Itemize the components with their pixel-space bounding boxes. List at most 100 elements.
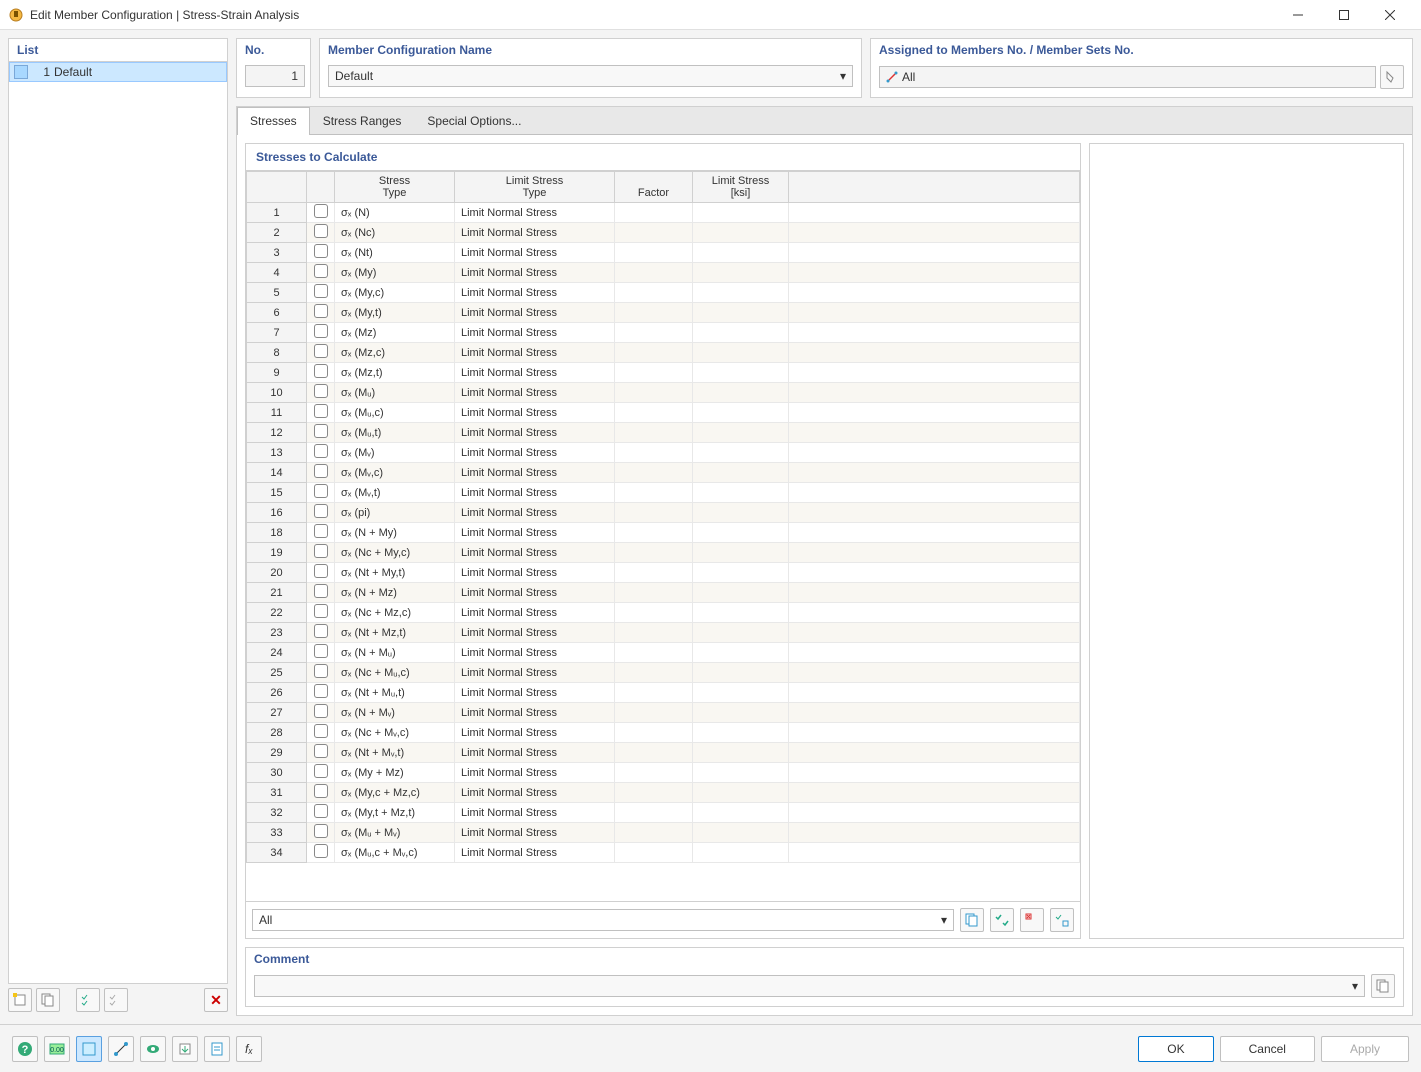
- limit-ksi-cell[interactable]: [693, 423, 789, 443]
- limit-ksi-cell[interactable]: [693, 363, 789, 383]
- row-checkbox-cell[interactable]: [307, 243, 335, 263]
- factor-cell[interactable]: [615, 383, 693, 403]
- stress-type-cell[interactable]: σₓ (Nc + Mᵥ,c): [335, 723, 455, 743]
- config-list[interactable]: 1 Default: [8, 62, 228, 984]
- limit-type-cell[interactable]: Limit Normal Stress: [455, 503, 615, 523]
- stress-type-cell[interactable]: σₓ (Nc): [335, 223, 455, 243]
- limit-ksi-cell[interactable]: [693, 723, 789, 743]
- checkbox-icon[interactable]: [314, 384, 328, 398]
- factor-cell[interactable]: [615, 743, 693, 763]
- checkbox-icon[interactable]: [314, 784, 328, 798]
- row-checkbox-cell[interactable]: [307, 743, 335, 763]
- row-checkbox-cell[interactable]: [307, 523, 335, 543]
- check-all-button[interactable]: [76, 988, 100, 1012]
- table-row[interactable]: 29σₓ (Nt + Mᵥ,t)Limit Normal Stress: [247, 743, 1080, 763]
- limit-type-cell[interactable]: Limit Normal Stress: [455, 343, 615, 363]
- view-mode-3-button[interactable]: [140, 1036, 166, 1062]
- checkbox-icon[interactable]: [314, 644, 328, 658]
- stress-type-cell[interactable]: σₓ (pi): [335, 503, 455, 523]
- limit-ksi-cell[interactable]: [693, 623, 789, 643]
- ok-button[interactable]: OK: [1138, 1036, 1213, 1062]
- table-row[interactable]: 28σₓ (Nc + Mᵥ,c)Limit Normal Stress: [247, 723, 1080, 743]
- stress-type-cell[interactable]: σₓ (Nt): [335, 243, 455, 263]
- checkbox-icon[interactable]: [314, 444, 328, 458]
- limit-type-cell[interactable]: Limit Normal Stress: [455, 703, 615, 723]
- limit-type-cell[interactable]: Limit Normal Stress: [455, 623, 615, 643]
- minimize-button[interactable]: [1275, 1, 1321, 29]
- filter-select[interactable]: All ▾: [252, 909, 954, 931]
- checkbox-icon[interactable]: [314, 744, 328, 758]
- checkbox-icon[interactable]: [314, 844, 328, 858]
- checkbox-icon[interactable]: [314, 684, 328, 698]
- comment-edit-button[interactable]: [1371, 974, 1395, 998]
- checkbox-icon[interactable]: [314, 504, 328, 518]
- stress-type-cell[interactable]: σₓ (Nt + My,t): [335, 563, 455, 583]
- stress-type-cell[interactable]: σₓ (Mz): [335, 323, 455, 343]
- copy-grid-button[interactable]: [960, 908, 984, 932]
- factor-cell[interactable]: [615, 483, 693, 503]
- limit-type-cell[interactable]: Limit Normal Stress: [455, 403, 615, 423]
- tab-stress-ranges[interactable]: Stress Ranges: [310, 107, 415, 134]
- limit-type-cell[interactable]: Limit Normal Stress: [455, 463, 615, 483]
- checkbox-icon[interactable]: [314, 464, 328, 478]
- checkbox-icon[interactable]: [314, 764, 328, 778]
- checkbox-icon[interactable]: [314, 604, 328, 618]
- row-checkbox-cell[interactable]: [307, 563, 335, 583]
- table-row[interactable]: 12σₓ (Mᵤ,t)Limit Normal Stress: [247, 423, 1080, 443]
- limit-type-cell[interactable]: Limit Normal Stress: [455, 843, 615, 863]
- limit-ksi-cell[interactable]: [693, 563, 789, 583]
- table-row[interactable]: 31σₓ (My,c + Mz,c)Limit Normal Stress: [247, 783, 1080, 803]
- checkbox-icon[interactable]: [314, 404, 328, 418]
- table-row[interactable]: 27σₓ (N + Mᵥ)Limit Normal Stress: [247, 703, 1080, 723]
- factor-cell[interactable]: [615, 243, 693, 263]
- factor-cell[interactable]: [615, 643, 693, 663]
- checkbox-icon[interactable]: [314, 484, 328, 498]
- checkbox-icon[interactable]: [314, 364, 328, 378]
- checkbox-icon[interactable]: [314, 204, 328, 218]
- table-row[interactable]: 6σₓ (My,t)Limit Normal Stress: [247, 303, 1080, 323]
- table-row[interactable]: 34σₓ (Mᵤ,c + Mᵥ,c)Limit Normal Stress: [247, 843, 1080, 863]
- row-checkbox-cell[interactable]: [307, 203, 335, 223]
- stress-type-cell[interactable]: σₓ (Mᵤ): [335, 383, 455, 403]
- row-checkbox-cell[interactable]: [307, 623, 335, 643]
- limit-type-cell[interactable]: Limit Normal Stress: [455, 363, 615, 383]
- table-row[interactable]: 3σₓ (Nt)Limit Normal Stress: [247, 243, 1080, 263]
- limit-type-cell[interactable]: Limit Normal Stress: [455, 543, 615, 563]
- factor-cell[interactable]: [615, 783, 693, 803]
- factor-cell[interactable]: [615, 423, 693, 443]
- factor-cell[interactable]: [615, 263, 693, 283]
- row-checkbox-cell[interactable]: [307, 663, 335, 683]
- row-checkbox-cell[interactable]: [307, 323, 335, 343]
- limit-ksi-cell[interactable]: [693, 383, 789, 403]
- limit-type-cell[interactable]: Limit Normal Stress: [455, 203, 615, 223]
- limit-type-cell[interactable]: Limit Normal Stress: [455, 643, 615, 663]
- close-button[interactable]: [1367, 1, 1413, 29]
- checkbox-icon[interactable]: [314, 524, 328, 538]
- limit-type-cell[interactable]: Limit Normal Stress: [455, 823, 615, 843]
- select-all-button[interactable]: [990, 908, 1014, 932]
- limit-type-cell[interactable]: Limit Normal Stress: [455, 583, 615, 603]
- stress-type-cell[interactable]: σₓ (My,t + Mz,t): [335, 803, 455, 823]
- checkbox-icon[interactable]: [314, 564, 328, 578]
- row-checkbox-cell[interactable]: [307, 823, 335, 843]
- table-row[interactable]: 2σₓ (Nc)Limit Normal Stress: [247, 223, 1080, 243]
- stress-type-cell[interactable]: σₓ (My,c + Mz,c): [335, 783, 455, 803]
- row-checkbox-cell[interactable]: [307, 263, 335, 283]
- limit-ksi-cell[interactable]: [693, 263, 789, 283]
- row-checkbox-cell[interactable]: [307, 383, 335, 403]
- stress-type-cell[interactable]: σₓ (Mz,c): [335, 343, 455, 363]
- view-mode-1-button[interactable]: [76, 1036, 102, 1062]
- table-row[interactable]: 8σₓ (Mz,c)Limit Normal Stress: [247, 343, 1080, 363]
- stress-type-cell[interactable]: σₓ (N + Mz): [335, 583, 455, 603]
- limit-type-cell[interactable]: Limit Normal Stress: [455, 743, 615, 763]
- limit-ksi-cell[interactable]: [693, 203, 789, 223]
- stress-type-cell[interactable]: σₓ (Nt + Mᵥ,t): [335, 743, 455, 763]
- factor-cell[interactable]: [615, 303, 693, 323]
- list-item[interactable]: 1 Default: [9, 62, 227, 82]
- limit-ksi-cell[interactable]: [693, 483, 789, 503]
- limit-type-cell[interactable]: Limit Normal Stress: [455, 283, 615, 303]
- checkbox-icon[interactable]: [314, 224, 328, 238]
- factor-cell[interactable]: [615, 583, 693, 603]
- assigned-field[interactable]: All: [879, 66, 1376, 88]
- factor-cell[interactable]: [615, 523, 693, 543]
